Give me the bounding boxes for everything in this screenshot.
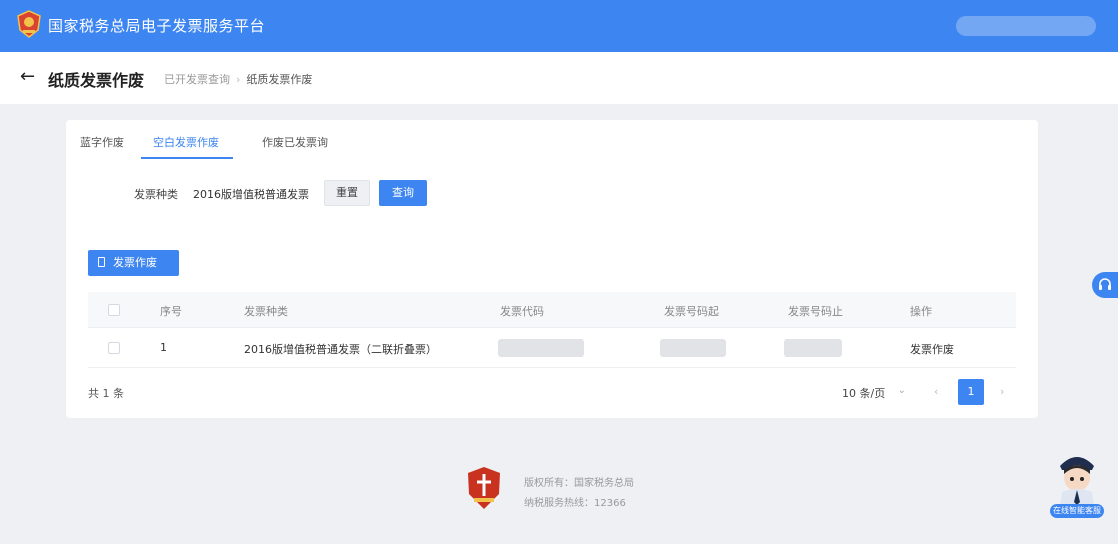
app-title: 国家税务总局电子发票服务平台	[48, 17, 266, 35]
redacted-invoice-code	[498, 339, 584, 357]
breadcrumb-link[interactable]: 已开发票查询	[164, 73, 230, 86]
current-page-button[interactable]: 1	[958, 379, 984, 405]
row-checkbox[interactable]	[108, 342, 120, 354]
footer-hotline: 纳税服务热线：12366	[524, 498, 626, 509]
redacted-number-start	[660, 339, 726, 357]
invoice-type-value: 2016版增值税普通发票	[193, 188, 309, 201]
footer-copyright: 版权所有：国家税务总局	[524, 478, 634, 489]
page-size-select[interactable]: 10 条/页 ⌄	[834, 379, 912, 405]
select-all-checkbox[interactable]	[108, 304, 120, 316]
main-card: 蓝字作废 空白发票作废 作废已发票询 发票种类 2016版增值税普通发票 ⌄ 重…	[66, 120, 1038, 418]
redacted-number-end	[784, 339, 842, 357]
prev-page-button[interactable]: ‹	[934, 385, 938, 398]
row-invoice-type: 2016版增值税普通发票（二联折叠票）	[244, 343, 437, 356]
page-header: ← 纸质发票作废 已开发票查询 › 纸质发票作废	[0, 52, 1118, 104]
active-tab-indicator	[141, 157, 233, 159]
column-header-type: 发票种类	[244, 305, 288, 318]
column-header-number-start: 发票号码起	[664, 305, 719, 318]
user-info-area[interactable]	[956, 16, 1096, 36]
row-void-link[interactable]: 发票作废	[910, 341, 954, 357]
row-index: 1	[160, 341, 167, 354]
query-button[interactable]: 查询	[379, 180, 427, 206]
breadcrumb-separator: ›	[236, 73, 241, 86]
total-count: 共 1 条	[88, 387, 124, 400]
reset-button[interactable]: 重置	[324, 180, 370, 206]
chevron-down-icon: ⌄	[897, 385, 906, 396]
tab-blank-void[interactable]: 空白发票作废	[153, 134, 219, 150]
page-title: 纸质发票作废	[48, 71, 145, 90]
police-emblem-icon	[468, 467, 500, 509]
tab-blue-void[interactable]: 蓝字作废	[80, 134, 124, 150]
chevron-down-icon: ⌄	[296, 186, 305, 197]
void-invoice-label: 发票作废	[113, 256, 157, 269]
back-arrow-icon[interactable]: ←	[20, 66, 35, 87]
breadcrumb-current: 纸质发票作废	[246, 73, 313, 86]
invoice-type-label: 发票种类	[134, 188, 178, 201]
headset-icon	[1099, 278, 1111, 290]
column-header-actions: 操作	[910, 305, 932, 318]
tab-voided-query[interactable]: 作废已发票询	[262, 134, 328, 150]
page-size-value: 10 条/页	[842, 387, 886, 400]
customer-service-button[interactable]	[1092, 272, 1118, 298]
top-bar: 国家税务总局电子发票服务平台	[0, 0, 1118, 52]
next-page-button[interactable]: ›	[1000, 385, 1004, 398]
assistant-label[interactable]: 在线智能客服	[1050, 504, 1104, 518]
column-header-index: 序号	[160, 305, 182, 318]
invoice-type-select[interactable]: 2016版增值税普通发票 ⌄	[186, 180, 310, 206]
void-invoice-button[interactable]: 发票作废	[88, 250, 179, 276]
column-header-code: 发票代码	[500, 305, 544, 318]
tax-emblem-icon	[17, 10, 41, 38]
breadcrumb: 已开发票查询 › 纸质发票作废	[164, 71, 312, 87]
table-row: 1 2016版增值税普通发票（二联折叠票） 发票作废	[88, 328, 1016, 368]
table-header: 序号 发票种类 发票代码 发票号码起 发票号码止 操作	[88, 292, 1016, 328]
column-header-number-end: 发票号码止	[788, 305, 843, 318]
document-icon	[98, 257, 105, 267]
